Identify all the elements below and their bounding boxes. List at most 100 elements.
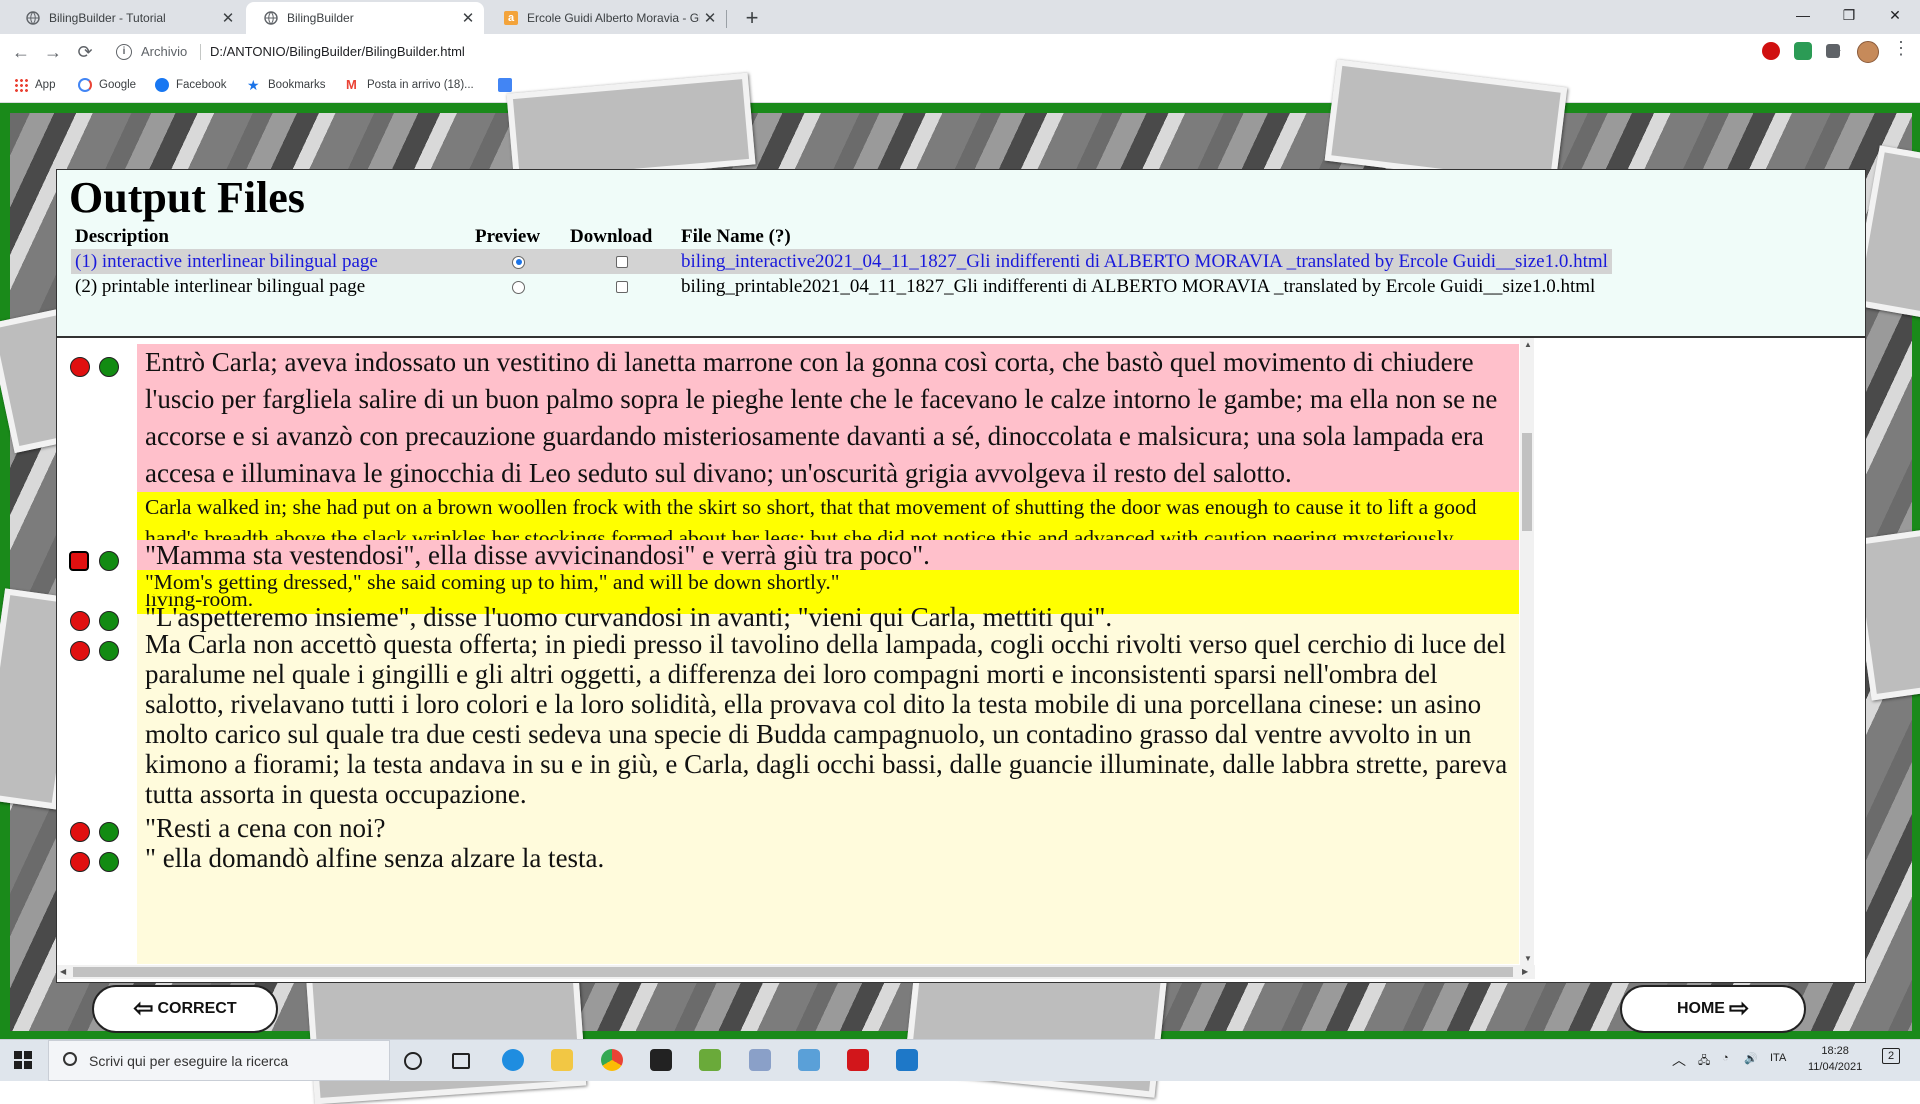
file-explorer-icon[interactable] xyxy=(551,1049,573,1071)
column-file-name[interactable]: File Name (?) xyxy=(677,224,1612,249)
preview-radio[interactable] xyxy=(512,280,525,294)
italian-text[interactable]: Ma Carla non accettò questa offerta; in … xyxy=(137,629,1519,809)
task-view-icon[interactable] xyxy=(452,1053,470,1069)
tab-title: Ercole Guidi Alberto Moravia - Gli indif… xyxy=(527,11,700,25)
forward-icon[interactable]: → xyxy=(40,39,66,65)
notepad-icon[interactable] xyxy=(798,1049,820,1071)
english-translation[interactable]: "Mom's getting dressed," she said coming… xyxy=(137,570,1519,594)
green-dot-icon[interactable] xyxy=(99,611,119,631)
download-checkbox[interactable] xyxy=(615,256,628,269)
green-dot-icon[interactable] xyxy=(99,852,119,872)
reload-icon[interactable]: ⟳ xyxy=(72,39,98,65)
italian-text[interactable]: "Mamma sta vestendosi", ella disse avvic… xyxy=(137,540,1519,570)
bookmark-label: App xyxy=(35,79,56,91)
language-indicator[interactable]: ITA xyxy=(1770,1052,1786,1064)
italian-text[interactable]: Entrò Carla; aveva indossato un vestitin… xyxy=(137,344,1519,492)
sentence: " ella domandò alfine senza alzare la te… xyxy=(137,840,1519,877)
correct-button[interactable]: ⇦ CORRECT xyxy=(92,985,278,1033)
wifi-icon[interactable]: ◔ xyxy=(1722,1052,1729,1064)
tab-amazon[interactable]: a Ercole Guidi Alberto Moravia - Gli ind… xyxy=(486,2,726,34)
bookmark-google[interactable]: Google xyxy=(78,78,136,92)
red-dot-icon[interactable] xyxy=(70,852,90,872)
terminal-icon[interactable] xyxy=(650,1049,672,1071)
home-button[interactable]: HOME ⇨ xyxy=(1620,985,1806,1033)
vertical-scrollbar[interactable]: ▲ ▼ xyxy=(1520,338,1534,965)
restore-button[interactable]: ❐ xyxy=(1826,0,1872,30)
green-dot-icon[interactable] xyxy=(99,641,119,661)
notification-icon[interactable]: 2 xyxy=(1882,1048,1900,1064)
back-icon[interactable]: ← xyxy=(8,39,34,65)
menu-icon[interactable]: ⋮ xyxy=(1892,38,1910,59)
address-scheme: Archivio xyxy=(141,44,188,59)
bookmark-gmail[interactable]: M Posta in arrivo (18)... xyxy=(346,78,474,92)
photos-icon[interactable] xyxy=(896,1049,918,1071)
volume-icon[interactable]: 🔊 xyxy=(1744,1052,1758,1065)
table-row[interactable]: (2) printable interlinear bilingual page… xyxy=(71,274,1612,299)
bookmarks-bar: App Google Facebook ★ Bookmarks M Posta in… xyxy=(0,70,1920,103)
tab-title: BilingBuilder - Tutorial xyxy=(49,11,166,25)
cortana-icon[interactable] xyxy=(404,1052,422,1070)
shield-icon[interactable] xyxy=(1794,42,1812,60)
table-row[interactable]: (1) interactive interlinear bilingual pa… xyxy=(71,249,1612,274)
file-name-link[interactable]: biling_interactive2021_04_11_1827_Gli in… xyxy=(677,249,1612,274)
output-files-panel: Output Files Description Preview Downloa… xyxy=(56,169,1866,337)
search-placeholder: Scrivi qui per eseguire la ricerca xyxy=(89,1053,289,1069)
description-link[interactable]: (1) interactive interlinear bilingual pa… xyxy=(71,249,471,274)
red-dot-icon[interactable] xyxy=(70,611,90,631)
info-icon[interactable]: i xyxy=(116,44,132,60)
tab-tutorial[interactable]: BilingBuilder - Tutorial ✕ xyxy=(8,2,244,34)
file-name-link[interactable]: biling_printable2021_04_11_1827_Gli indi… xyxy=(677,274,1612,299)
close-tab-icon[interactable]: ✕ xyxy=(700,9,720,27)
close-tab-icon[interactable]: ✕ xyxy=(458,9,478,27)
editor-icon[interactable] xyxy=(699,1049,721,1071)
scroll-right-arrow[interactable]: ▶ xyxy=(1522,967,1528,976)
red-dot-icon[interactable] xyxy=(70,822,90,842)
bookmark-translate[interactable] xyxy=(498,78,519,92)
scroll-up-arrow[interactable]: ▲ xyxy=(1524,340,1532,349)
address-divider xyxy=(200,44,201,60)
scrollbar-thumb[interactable] xyxy=(73,967,1513,977)
download-cell xyxy=(566,249,677,274)
page-background: Output Files Description Preview Downloa… xyxy=(0,59,1920,1104)
opera-icon[interactable] xyxy=(1762,42,1780,60)
bookmark-label: Posta in arrivo (18)... xyxy=(367,79,474,91)
tab-divider xyxy=(726,10,727,28)
minimize-button[interactable]: — xyxy=(1780,0,1826,30)
green-dot-icon[interactable] xyxy=(99,551,119,571)
address-bar[interactable]: i Archivio D:/ANTONIO/BilingBuilder/Bili… xyxy=(108,38,1842,66)
chevron-up-icon[interactable]: ︿ xyxy=(1672,1050,1686,1070)
green-dot-icon[interactable] xyxy=(99,822,119,842)
bookmark-bookmarks[interactable]: ★ Bookmarks xyxy=(247,78,326,92)
home-label: HOME xyxy=(1676,1000,1725,1017)
close-window-button[interactable]: ✕ xyxy=(1872,0,1918,30)
tab-bilingbuilder[interactable]: BilingBuilder ✕ xyxy=(246,2,484,34)
new-tab-button[interactable]: + xyxy=(738,4,766,32)
address-url[interactable]: D:/ANTONIO/BilingBuilder/BilingBuilder.h… xyxy=(210,44,465,59)
edge-icon[interactable] xyxy=(502,1049,524,1071)
pdf-icon[interactable] xyxy=(847,1049,869,1071)
scrollbar-thumb[interactable] xyxy=(1522,433,1532,531)
italian-text[interactable]: " ella domandò alfine senza alzare la te… xyxy=(137,840,1519,877)
avatar[interactable] xyxy=(1857,41,1879,63)
close-tab-icon[interactable]: ✕ xyxy=(218,9,238,27)
network-icon[interactable]: 🖧 xyxy=(1698,1052,1710,1071)
red-dot-icon[interactable] xyxy=(70,641,90,661)
green-dot-icon[interactable] xyxy=(99,357,119,377)
bookmark-apps[interactable]: App xyxy=(14,78,55,92)
scroll-left-arrow[interactable]: ◀ xyxy=(60,967,66,976)
download-checkbox[interactable] xyxy=(615,281,628,294)
chrome-icon[interactable] xyxy=(601,1049,623,1071)
windows-start-icon[interactable] xyxy=(14,1051,32,1069)
description-link[interactable]: (2) printable interlinear bilingual page xyxy=(71,274,471,299)
puzzle-icon[interactable] xyxy=(1826,44,1840,58)
taskbar-search-box[interactable]: Scrivi qui per eseguire la ricerca xyxy=(48,1040,390,1081)
scroll-down-arrow[interactable]: ▼ xyxy=(1524,954,1532,963)
red-dot-icon[interactable] xyxy=(70,357,90,377)
red-square-icon[interactable] xyxy=(69,551,89,571)
horizontal-scrollbar[interactable]: ◀ ▶ xyxy=(57,965,1535,979)
feather-icon[interactable] xyxy=(749,1049,771,1071)
clock[interactable]: 18:28 11/04/2021 xyxy=(1808,1043,1862,1075)
bilingual-text-frame[interactable]: Entrò Carla; aveva indossato un vestitin… xyxy=(56,337,1866,983)
preview-radio[interactable] xyxy=(512,255,525,269)
bookmark-facebook[interactable]: Facebook xyxy=(155,78,227,92)
